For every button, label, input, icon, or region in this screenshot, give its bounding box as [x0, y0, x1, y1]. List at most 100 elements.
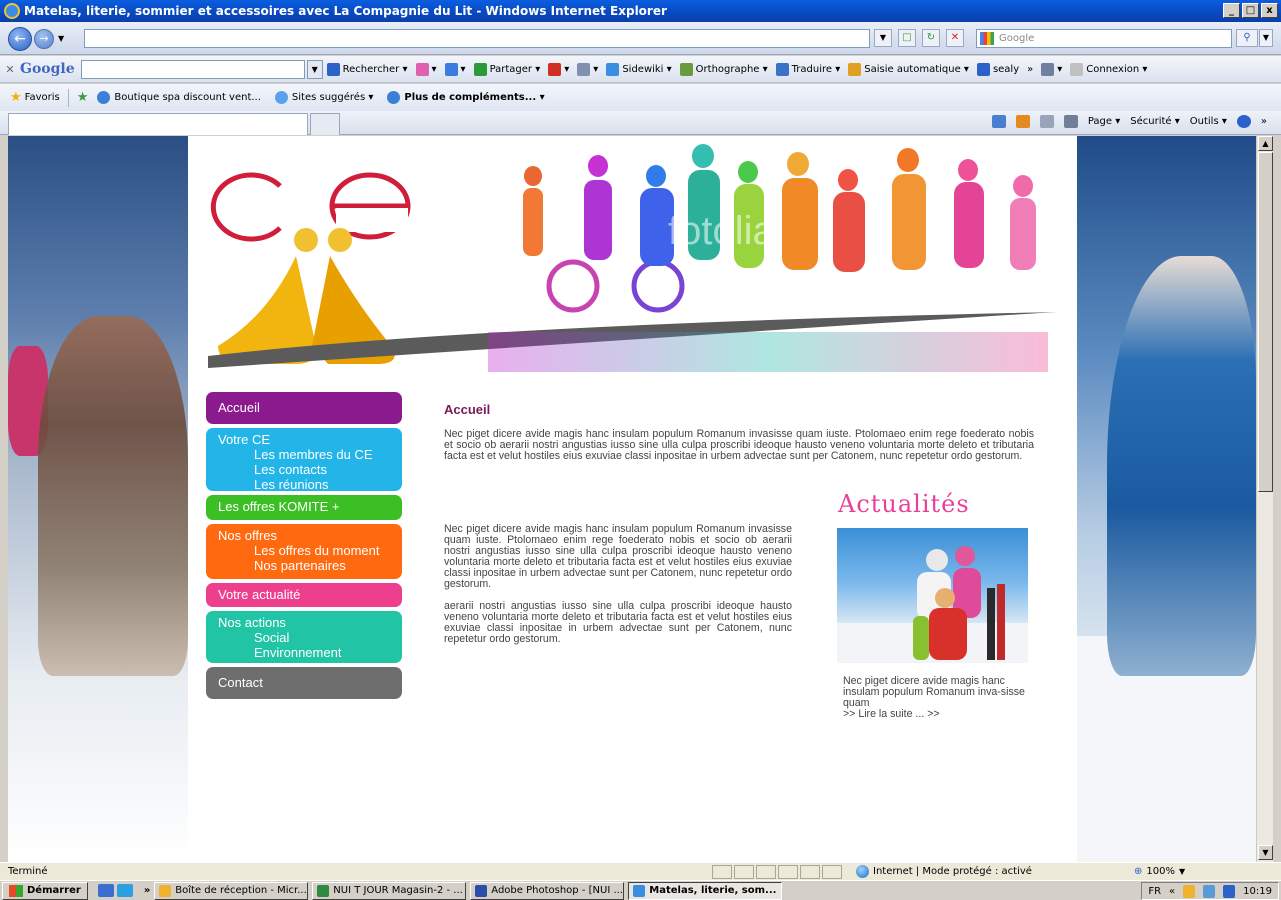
toolbar-item-plus[interactable]: ▾ [444, 62, 466, 76]
maximize-button[interactable]: □ [1242, 3, 1259, 18]
tools-menu[interactable]: Outils ▾ [1190, 116, 1227, 127]
taskbar-task[interactable]: Boîte de réception - Micr... [154, 881, 309, 900]
body-paragraph: aerarii nostri angustias iusso sine ulla… [444, 600, 792, 645]
menu-item-nos-offres[interactable]: Nos offres Les offres du moment Nos part… [206, 524, 402, 579]
ie-page-icon [97, 91, 111, 104]
google-search-dropdown-icon[interactable]: ▼ [306, 59, 323, 79]
menu-item-contact[interactable]: Contact [206, 667, 402, 699]
google-search-input[interactable] [80, 59, 305, 79]
favorite-suggested-sites[interactable]: Sites suggérés ▾ [274, 91, 374, 104]
mail-icon[interactable] [1039, 115, 1054, 128]
favorites-star-icon[interactable]: ★ [10, 90, 22, 105]
vertical-scrollbar[interactable]: ▲ ▼ [1256, 136, 1273, 862]
main-content: Accueil Nec piget dicere avide magis han… [444, 402, 1034, 462]
favorite-link-spa[interactable]: Boutique spa discount vent... [97, 91, 261, 104]
background-photo-right [1077, 136, 1256, 862]
toolbar-item-wrench[interactable]: ▾ [1041, 62, 1063, 76]
close-button[interactable]: x [1261, 3, 1278, 18]
scroll-down-icon[interactable]: ▼ [1258, 845, 1273, 860]
network-icon[interactable] [1203, 884, 1216, 898]
toolbar-item-share[interactable]: Partager ▾ [473, 62, 540, 76]
zoom-dropdown-icon[interactable]: ▼ [1179, 867, 1185, 876]
menu-label: Votre actualité [218, 587, 301, 602]
menu-item-accueil[interactable]: Accueil [206, 392, 402, 424]
site-logo[interactable] [210, 172, 411, 364]
toolbar-item-autofill[interactable]: Saisie automatique ▾ [848, 62, 969, 76]
news-photo[interactable] [837, 528, 1028, 663]
search-go-icon[interactable]: ⚲ [1236, 29, 1258, 47]
menu-item-votre-ce[interactable]: Votre CE Les membres du CE Les contacts … [206, 428, 402, 492]
submenu-item-membres[interactable]: Les membres du CE [218, 447, 390, 462]
toolbar-item-more[interactable]: » [1027, 64, 1033, 75]
toolbar-item-search[interactable]: Rechercher ▾ [326, 62, 408, 76]
favorite-label: Sites suggérés ▾ [291, 92, 374, 103]
language-indicator[interactable]: FR [1148, 886, 1161, 897]
window-titlebar[interactable]: Matelas, literie, sommier et accessoires… [0, 0, 1281, 22]
page-menu[interactable]: Page ▾ [1088, 116, 1120, 127]
home-icon[interactable] [991, 115, 1006, 128]
taskbar-task[interactable]: Adobe Photoshop - [NUI ... [470, 881, 625, 900]
compat-view-icon[interactable]: □ [898, 29, 916, 47]
read-more-link[interactable]: >> Lire la suite ... >> [843, 709, 1033, 720]
toolbar-item-abc[interactable]: Orthographe ▾ [679, 62, 768, 76]
submenu-item-offres-moment[interactable]: Les offres du moment [218, 543, 390, 558]
tray-app-icon[interactable] [1183, 884, 1196, 898]
search-options-icon[interactable]: ▼ [1259, 29, 1273, 47]
menu-item-nos-actions[interactable]: Nos actions Social Environnement [206, 611, 402, 663]
toolbar-item-translate[interactable]: Traduire ▾ [775, 62, 840, 76]
security-menu[interactable]: Sécurité ▾ [1130, 116, 1180, 127]
search-box[interactable]: Google [976, 29, 1232, 48]
toolbar-item-label: ▾ [1057, 63, 1063, 75]
security-zone[interactable]: Internet | Mode protégé : activé [856, 865, 1126, 878]
submenu-item-environnement[interactable]: Environnement [218, 645, 390, 660]
print-icon[interactable] [1063, 115, 1078, 128]
toolbar-item-rectangle[interactable]: ▾ [577, 62, 598, 76]
media-player-icon[interactable] [116, 884, 133, 897]
new-tab-button[interactable] [310, 113, 340, 135]
submenu-item-contacts[interactable]: Les contacts [218, 462, 390, 477]
add-favorite-icon[interactable]: ★ [77, 90, 89, 105]
url-input[interactable] [84, 29, 870, 48]
history-dropdown-icon[interactable]: ▼ [58, 34, 64, 43]
more-commands[interactable]: » [1261, 116, 1267, 127]
system-tray: FR « 10:19 [1141, 882, 1279, 900]
url-dropdown-icon[interactable]: ▼ [874, 29, 892, 47]
toolbar-item-block[interactable]: ▾ [548, 62, 569, 76]
start-button[interactable]: Démarrer [2, 881, 88, 900]
submenu-item-reunions[interactable]: Les réunions [218, 477, 390, 492]
tray-expand-icon[interactable]: « [1169, 886, 1175, 897]
toolbar-item-pen[interactable]: Sidewiki ▾ [606, 62, 672, 76]
favorites-button[interactable]: Favoris [25, 92, 60, 103]
toolbar-item-flower[interactable]: ▾ [415, 62, 437, 76]
menu-item-offres-komite[interactable]: Les offres KOMITE + [206, 495, 402, 520]
menu-label: Votre CE [218, 432, 271, 447]
feeds-icon[interactable] [1015, 115, 1030, 128]
menu-item-votre-actualite[interactable]: Votre actualité [206, 583, 402, 607]
taskbar-task[interactable]: Matelas, literie, som... [628, 881, 783, 900]
tab-current[interactable] [8, 113, 308, 135]
taskbar-task[interactable]: NUI T JOUR Magasin-2 - ... [312, 881, 467, 900]
menu-label: Accueil [218, 400, 260, 415]
show-desktop-icon[interactable] [97, 884, 114, 897]
toolbar-item-sealy[interactable]: sealy [976, 62, 1019, 76]
close-toolbar-icon[interactable]: ✕ [0, 63, 20, 76]
volume-icon[interactable] [1223, 884, 1236, 898]
favorite-label: Boutique spa discount vent... [114, 92, 261, 103]
clock[interactable]: 10:19 [1243, 886, 1272, 897]
submenu-item-social[interactable]: Social [218, 630, 390, 645]
zone-text: Internet | Mode protégé : activé [873, 866, 1032, 877]
help-icon[interactable] [1236, 115, 1251, 128]
toolbar-item-login[interactable]: Connexion ▾ [1070, 62, 1147, 76]
scroll-thumb[interactable] [1258, 152, 1273, 492]
submenu-item-partenaires[interactable]: Nos partenaires [218, 558, 390, 573]
stop-icon[interactable]: ✕ [946, 29, 964, 47]
zoom-control[interactable]: ⊕ 100% ▼ [1134, 866, 1185, 877]
forward-arrow-icon[interactable]: → [34, 29, 54, 49]
back-arrow-icon[interactable]: ← [8, 27, 32, 51]
scroll-up-icon[interactable]: ▲ [1258, 136, 1273, 151]
minimize-button[interactable]: _ [1223, 3, 1240, 18]
google-toolbar: ✕ Google ▼ Rechercher ▾ ▾ ▾ Partager ▾ ▾ ▾ Sid… [0, 56, 1281, 83]
favorite-more-addons[interactable]: Plus de compléments... ▾ [387, 91, 545, 104]
share-icon [473, 62, 487, 76]
refresh-icon[interactable]: ↻ [922, 29, 940, 47]
